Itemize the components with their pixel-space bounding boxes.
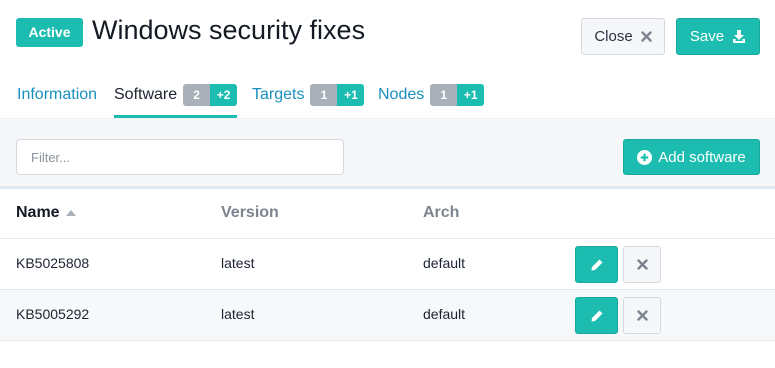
targets-counter: 1 +1 xyxy=(310,84,365,106)
times-icon xyxy=(636,310,648,321)
save-button[interactable]: Save xyxy=(676,18,760,55)
pencil-icon xyxy=(591,310,602,321)
page-title: Windows security fixes xyxy=(92,15,366,45)
column-header-name[interactable]: Name xyxy=(16,204,76,222)
cell-name: KB5025808 xyxy=(16,255,90,271)
close-button[interactable]: Close xyxy=(581,18,665,55)
tab-information[interactable]: Information xyxy=(17,84,97,118)
table-row: KB5025808 latest default xyxy=(0,238,775,289)
targets-count: 1 xyxy=(310,84,338,106)
cell-name: KB5005292 xyxy=(16,306,90,322)
tab-nodes[interactable]: Nodes 1 +1 xyxy=(378,84,485,118)
nodes-counter: 1 +1 xyxy=(430,84,485,106)
cell-arch: default xyxy=(423,255,466,271)
tab-software-label: Software xyxy=(114,86,178,103)
close-button-label: Close xyxy=(594,28,633,45)
nodes-added-count: +1 xyxy=(457,84,485,106)
download-icon xyxy=(733,30,746,43)
filter-input[interactable] xyxy=(16,139,344,175)
cell-arch: default xyxy=(423,306,466,322)
tab-targets[interactable]: Targets 1 +1 xyxy=(252,84,365,118)
add-software-label: Add software xyxy=(658,148,746,166)
save-button-label: Save xyxy=(689,28,725,45)
edit-button[interactable] xyxy=(575,297,618,334)
column-header-arch[interactable]: Arch xyxy=(423,204,459,222)
software-count: 2 xyxy=(183,84,211,106)
times-icon xyxy=(640,31,652,42)
tab-information-label: Information xyxy=(17,86,98,103)
section-divider xyxy=(0,186,775,189)
tab-targets-label: Targets xyxy=(252,86,305,103)
status-badge: Active xyxy=(16,18,83,47)
add-software-button[interactable]: Add software xyxy=(623,139,760,175)
cell-version: latest xyxy=(221,255,255,271)
nodes-count: 1 xyxy=(430,84,458,106)
times-icon xyxy=(636,259,648,270)
remove-button[interactable] xyxy=(623,246,661,283)
tab-nodes-label: Nodes xyxy=(378,86,425,103)
table-bottom-border xyxy=(0,340,775,341)
table-row: KB5005292 latest default xyxy=(0,289,775,340)
software-added-count: +2 xyxy=(210,84,238,106)
plus-circle-icon xyxy=(637,149,653,165)
targets-added-count: +1 xyxy=(337,84,365,106)
tab-software[interactable]: Software 2 +2 xyxy=(114,84,238,118)
column-header-version[interactable]: Version xyxy=(221,204,279,222)
software-counter: 2 +2 xyxy=(183,84,238,106)
remove-button[interactable] xyxy=(623,297,661,334)
pencil-icon xyxy=(591,259,602,270)
cell-version: latest xyxy=(221,306,255,322)
sort-up-icon xyxy=(65,210,76,216)
edit-button[interactable] xyxy=(575,246,618,283)
column-header-name-label: Name xyxy=(16,204,60,221)
